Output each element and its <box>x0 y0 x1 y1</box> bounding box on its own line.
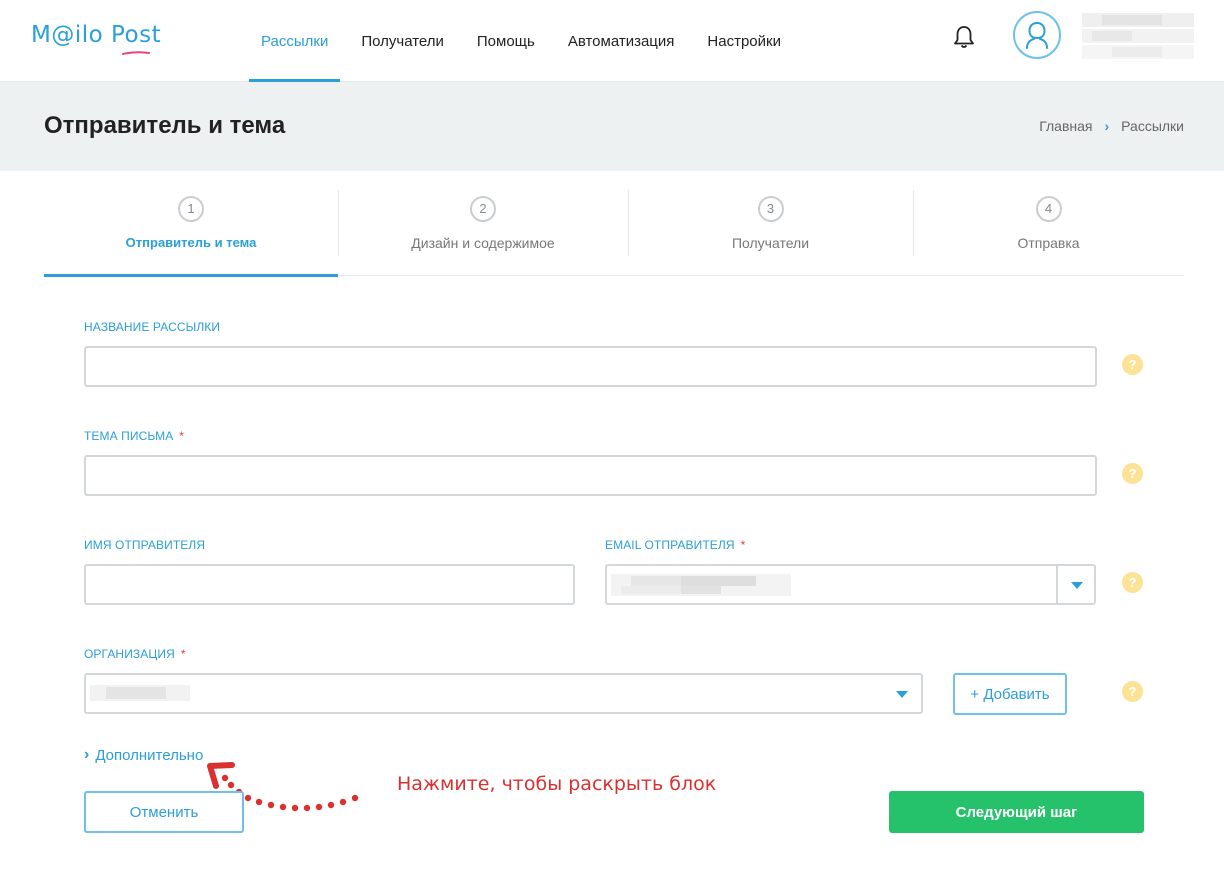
top-navigation-bar: M@ilo Post Рассылки Получатели Помощь Ав… <box>0 0 1224 82</box>
step-label: Дизайн и содержимое <box>411 235 555 251</box>
campaign-name-label: Название рассылки <box>84 320 220 334</box>
wizard-steps: 1 Отправитель и тема 2 Дизайн и содержим… <box>44 190 1184 277</box>
breadcrumb: Главная › Рассылки <box>1039 118 1184 134</box>
chevron-down-icon[interactable] <box>896 691 908 698</box>
step-number: 2 <box>470 196 496 222</box>
logo[interactable]: M@ilo Post <box>31 22 161 48</box>
sender-email-value-blurred <box>611 574 791 596</box>
select-divider <box>1056 566 1058 603</box>
help-icon[interactable]: ? <box>1122 681 1143 702</box>
organization-value-blurred <box>90 685 190 701</box>
user-avatar[interactable] <box>1013 11 1061 59</box>
nav-item-settings[interactable]: Настройки <box>695 0 793 82</box>
page-header: Отправитель и тема Главная › Рассылки <box>0 82 1224 171</box>
organization-label: Организация * <box>84 647 186 661</box>
step-number: 1 <box>178 196 204 222</box>
chevron-down-icon[interactable] <box>1071 582 1083 589</box>
required-marker: * <box>740 538 746 552</box>
bell-icon[interactable] <box>952 24 976 50</box>
sender-email-label: Email отправителя * <box>605 538 745 552</box>
required-marker: * <box>180 647 186 661</box>
additional-options-toggle[interactable]: › Дополнительно <box>84 746 203 764</box>
chevron-right-icon: › <box>84 746 90 763</box>
campaign-name-label-text: Название рассылки <box>84 320 221 334</box>
nav-item-help[interactable]: Помощь <box>465 0 547 82</box>
sender-name-input[interactable] <box>84 564 575 605</box>
page-title: Отправитель и тема <box>44 112 286 139</box>
sender-name-label: Имя отправителя <box>84 538 205 552</box>
sender-email-select[interactable] <box>605 564 1096 605</box>
next-step-button[interactable]: Следующий шаг <box>889 791 1144 833</box>
additional-options-label: Дополнительно <box>95 746 204 764</box>
subject-label-text: Тема письма <box>84 429 174 443</box>
help-icon[interactable]: ? <box>1122 463 1143 484</box>
help-icon[interactable]: ? <box>1122 354 1143 375</box>
required-marker: * <box>179 429 185 443</box>
logo-underline-decoration <box>122 51 150 55</box>
campaign-name-input[interactable] <box>84 346 1097 387</box>
chevron-right-icon: › <box>1104 118 1110 134</box>
step-label: Отправитель и тема <box>125 235 257 250</box>
step-label: Отправка <box>1017 235 1080 251</box>
organization-label-text: Организация <box>84 647 175 661</box>
sender-name-label-text: Имя отправителя <box>84 538 206 552</box>
step-number: 3 <box>757 196 784 222</box>
nav-item-recipients[interactable]: Получатели <box>349 0 456 82</box>
annotation-hint: Нажмите, чтобы раскрыть блок <box>397 773 717 795</box>
user-icon <box>1026 21 1048 49</box>
step-recipients[interactable]: 3 Получатели <box>628 190 913 276</box>
cancel-button[interactable]: Отменить <box>84 791 244 833</box>
subject-label: Тема письма * <box>84 429 184 443</box>
user-account-info-blurred[interactable] <box>1082 13 1194 61</box>
breadcrumb-mailings[interactable]: Рассылки <box>1121 118 1184 134</box>
step-number: 4 <box>1035 196 1062 222</box>
organization-select[interactable] <box>84 673 923 714</box>
sender-email-label-text: Email отправителя <box>605 538 735 552</box>
add-organization-button[interactable]: + Добавить <box>953 673 1067 715</box>
nav-item-mailings[interactable]: Рассылки <box>249 0 341 82</box>
subject-input[interactable] <box>84 455 1097 496</box>
step-sender-and-subject[interactable]: 1 Отправитель и тема <box>44 190 338 277</box>
help-icon[interactable]: ? <box>1122 572 1143 593</box>
step-label: Получатели <box>731 235 810 251</box>
step-design-and-content[interactable]: 2 Дизайн и содержимое <box>338 190 628 276</box>
breadcrumb-home[interactable]: Главная <box>1039 118 1092 134</box>
step-send[interactable]: 4 Отправка <box>913 190 1184 276</box>
main-nav: Рассылки Получатели Помощь Автоматизация… <box>249 0 802 82</box>
nav-item-automation[interactable]: Автоматизация <box>556 0 687 82</box>
